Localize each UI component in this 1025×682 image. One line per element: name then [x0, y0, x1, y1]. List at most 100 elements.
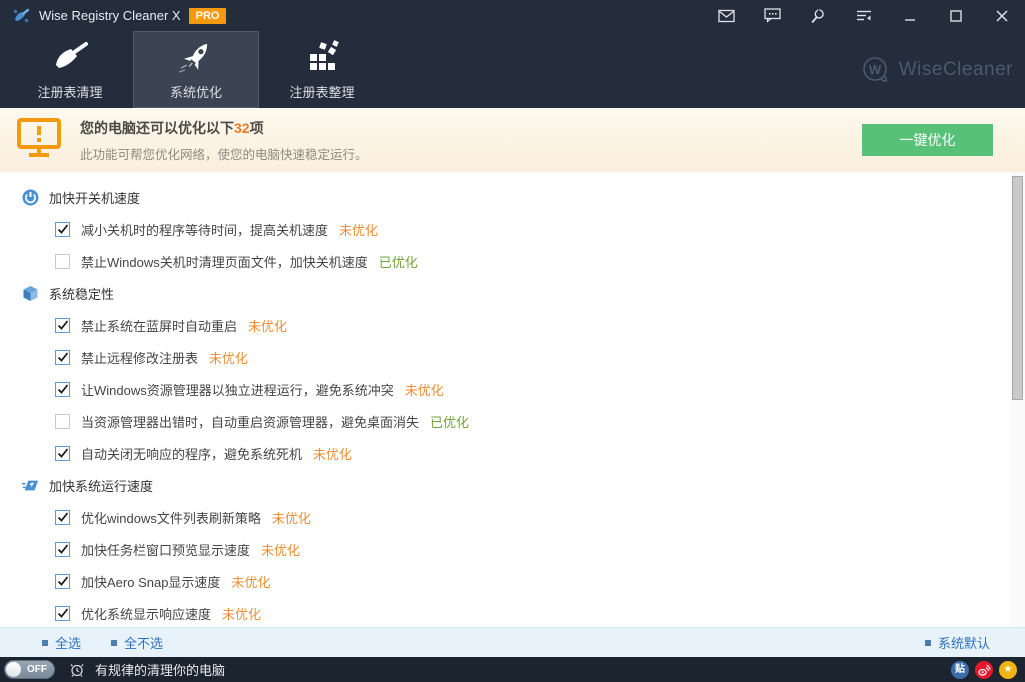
bullet-icon — [111, 640, 117, 646]
optimization-item-row: 加快Aero Snap显示速度 未优化 — [0, 565, 1025, 597]
tab-label: 注册表清理 — [37, 82, 102, 101]
item-label: 加快Aero Snap显示速度 — [81, 572, 220, 591]
select-none-link[interactable]: 全不选 — [111, 633, 163, 652]
brand-name: WiseCleaner — [899, 59, 1013, 81]
bullet-icon — [925, 640, 931, 646]
optimization-item-row: 禁止Windows关机时清理页面文件，加快关机速度 已优化 — [0, 245, 1025, 277]
toggle-label: OFF — [27, 664, 47, 675]
statusbar-message: 有规律的清理你的电脑 — [95, 660, 225, 679]
svg-text:W: W — [869, 62, 882, 77]
tab-0[interactable]: 注册表清理 — [7, 31, 133, 108]
item-status: 已优化 — [430, 412, 469, 431]
tab-label: 注册表整理 — [289, 82, 354, 101]
group-header: 系统稳定性 — [0, 277, 1025, 309]
item-checkbox[interactable] — [55, 414, 70, 429]
speed-icon — [22, 477, 39, 494]
cube-icon — [22, 285, 39, 302]
optimization-item-row: 优化windows文件列表刷新策略 未优化 — [0, 501, 1025, 533]
optimization-item-row: 减小关机时的程序等待时间，提高关机速度 未优化 — [0, 213, 1025, 245]
item-label: 自动关闭无响应的程序，避免系统死机 — [81, 444, 302, 463]
item-label: 让Windows资源管理器以独立进程运行，避免系统冲突 — [81, 380, 394, 399]
tab-1[interactable]: 系统优化 — [133, 31, 259, 108]
maximize-button[interactable] — [933, 0, 979, 31]
tieba-icon[interactable]: 贴 — [951, 661, 969, 679]
optimization-item-row: 自动关闭无响应的程序，避免系统死机 未优化 — [0, 437, 1025, 469]
titlebar: Wise Registry Cleaner X PRO — [0, 0, 1025, 31]
item-checkbox[interactable] — [55, 606, 70, 621]
select-all-link[interactable]: 全选 — [42, 633, 81, 652]
pro-badge: PRO — [189, 8, 227, 24]
item-checkbox[interactable] — [55, 318, 70, 333]
group-header: 加快开关机速度 — [0, 181, 1025, 213]
item-checkbox[interactable] — [55, 446, 70, 461]
close-icon — [996, 10, 1008, 22]
wisecleaner-logo-icon: W — [861, 55, 891, 85]
selection-footer: 全选 全不选 系统默认 — [0, 627, 1025, 657]
item-label: 当资源管理器出错时，自动重启资源管理器，避免桌面消失 — [81, 412, 419, 431]
tab-label: 系统优化 — [170, 82, 222, 101]
one-click-optimize-button[interactable]: 一键优化 — [862, 124, 993, 156]
power-icon — [22, 189, 39, 206]
item-status: 未优化 — [231, 572, 270, 591]
system-default-link[interactable]: 系统默认 — [925, 633, 990, 652]
item-checkbox[interactable] — [55, 510, 70, 525]
close-button[interactable] — [979, 0, 1025, 31]
monitor-warning-icon — [16, 117, 62, 164]
titlebar-buttons — [703, 0, 1025, 31]
optimization-item-row: 加快任务栏窗口预览显示速度 未优化 — [0, 533, 1025, 565]
brush-icon — [50, 38, 90, 78]
optimization-item-row: 让Windows资源管理器以独立进程运行，避免系统冲突 未优化 — [0, 373, 1025, 405]
qzone-icon[interactable]: ★ — [999, 661, 1017, 679]
optimization-item-row: 当资源管理器出错时，自动重启资源管理器，避免桌面消失 已优化 — [0, 405, 1025, 437]
schedule-toggle[interactable]: OFF — [4, 660, 55, 679]
optimization-list: 加快开关机速度 减小关机时的程序等待时间，提高关机速度 未优化 禁止Window… — [0, 172, 1025, 627]
bullet-icon — [42, 640, 48, 646]
item-checkbox[interactable] — [55, 542, 70, 557]
item-checkbox[interactable] — [55, 382, 70, 397]
mail-button[interactable] — [703, 0, 749, 31]
optimize-count: 32 — [234, 120, 250, 136]
menu-list-icon — [856, 9, 872, 23]
item-status: 未优化 — [248, 316, 287, 335]
weibo-icon[interactable] — [975, 661, 993, 679]
feedback-button[interactable] — [749, 0, 795, 31]
window-title: Wise Registry Cleaner X — [39, 8, 181, 23]
item-checkbox[interactable] — [55, 574, 70, 589]
group-title: 加快系统运行速度 — [49, 476, 153, 495]
rocket-icon — [175, 38, 217, 78]
optimization-item-row: 禁止系统在蓝屏时自动重启 未优化 — [0, 309, 1025, 341]
item-status: 未优化 — [405, 380, 444, 399]
app-window: Wise Registry Cleaner X PRO 注册表清理 系统优化 注… — [0, 0, 1025, 682]
support-button[interactable] — [795, 0, 841, 31]
optimize-banner: 您的电脑还可以优化以下32项 此功能可帮您优化网络，使您的电脑快速稳定运行。 一… — [0, 108, 1025, 172]
alarm-clock-icon — [69, 662, 85, 678]
maximize-icon — [950, 10, 962, 22]
item-status: 未优化 — [261, 540, 300, 559]
group-title: 加快开关机速度 — [49, 188, 140, 207]
item-label: 减小关机时的程序等待时间，提高关机速度 — [81, 220, 328, 239]
optimization-item-row: 优化系统显示响应速度 未优化 — [0, 597, 1025, 627]
banner-title: 您的电脑还可以优化以下32项 — [80, 118, 368, 138]
item-label: 加快任务栏窗口预览显示速度 — [81, 540, 250, 559]
banner-subtitle: 此功能可帮您优化网络，使您的电脑快速稳定运行。 — [80, 144, 368, 163]
feedback-icon — [764, 8, 781, 23]
statusbar: OFF 有规律的清理你的电脑 贴 ★ — [0, 657, 1025, 682]
item-checkbox[interactable] — [55, 254, 70, 269]
tab-2[interactable]: 注册表整理 — [259, 31, 385, 108]
minimize-icon — [904, 10, 916, 22]
wisecleaner-logo: W WiseCleaner — [861, 31, 1013, 108]
group-title: 系统稳定性 — [49, 284, 114, 303]
item-label: 禁止系统在蓝屏时自动重启 — [81, 316, 237, 335]
group-header: 加快系统运行速度 — [0, 469, 1025, 501]
tabbar: 注册表清理 系统优化 注册表整理 W WiseCleaner — [0, 31, 1025, 108]
item-checkbox[interactable] — [55, 350, 70, 365]
item-label: 禁止远程修改注册表 — [81, 348, 198, 367]
defrag-icon — [302, 38, 342, 78]
item-status: 未优化 — [339, 220, 378, 239]
item-checkbox[interactable] — [55, 222, 70, 237]
scrollbar[interactable] — [1011, 172, 1025, 627]
scrollbar-thumb[interactable] — [1012, 176, 1023, 400]
menu-list-button[interactable] — [841, 0, 887, 31]
minimize-button[interactable] — [887, 0, 933, 31]
optimization-item-row: 禁止远程修改注册表 未优化 — [0, 341, 1025, 373]
